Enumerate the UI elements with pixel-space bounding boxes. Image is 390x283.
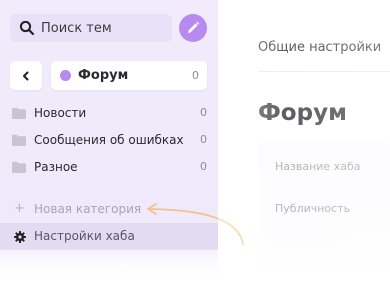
category-count: 0 xyxy=(200,133,207,146)
hub-name-label: Название хаба xyxy=(275,160,361,173)
visibility-label: Публичность xyxy=(275,202,351,215)
category-count: 0 xyxy=(200,160,207,173)
category-label: Новости xyxy=(34,106,87,120)
category-label: Разное xyxy=(34,160,78,174)
main-panel: Общие настройки Форум Название хаба Публ… xyxy=(218,0,390,283)
forum-selector[interactable]: Форум 0 xyxy=(51,61,207,90)
forum-count: 0 xyxy=(192,69,199,82)
category-count: 0 xyxy=(200,106,207,119)
gear-icon xyxy=(14,231,26,243)
forum-color-dot xyxy=(60,70,71,81)
add-category-label: Новая категория xyxy=(34,202,142,216)
search-input[interactable] xyxy=(41,14,166,42)
search-icon xyxy=(19,20,35,36)
settings-form-card: Название хаба Публичность xyxy=(258,142,390,283)
new-topic-button[interactable] xyxy=(179,14,207,42)
chevron-left-icon xyxy=(23,71,29,80)
add-category-button[interactable]: + Новая категория xyxy=(10,200,160,220)
category-label: Сообщения об ошибках xyxy=(34,133,184,147)
category-item[interactable]: Разное 0 xyxy=(10,157,210,179)
folder-icon xyxy=(12,107,26,119)
pencil-icon xyxy=(188,21,200,33)
folder-icon xyxy=(12,161,26,173)
category-item[interactable]: Новости 0 xyxy=(10,103,210,125)
back-button[interactable] xyxy=(10,61,42,90)
forum-name: Форум xyxy=(78,68,129,83)
folder-icon xyxy=(12,134,26,146)
tab-divider xyxy=(258,71,390,72)
page-title: Форум xyxy=(258,100,347,126)
search-box[interactable] xyxy=(10,14,172,42)
category-item[interactable]: Сообщения об ошибках 0 xyxy=(10,130,210,152)
hub-settings-label: Настройки хаба xyxy=(34,229,135,243)
plus-icon: + xyxy=(14,201,25,216)
tab-general-settings[interactable]: Общие настройки xyxy=(258,40,381,55)
